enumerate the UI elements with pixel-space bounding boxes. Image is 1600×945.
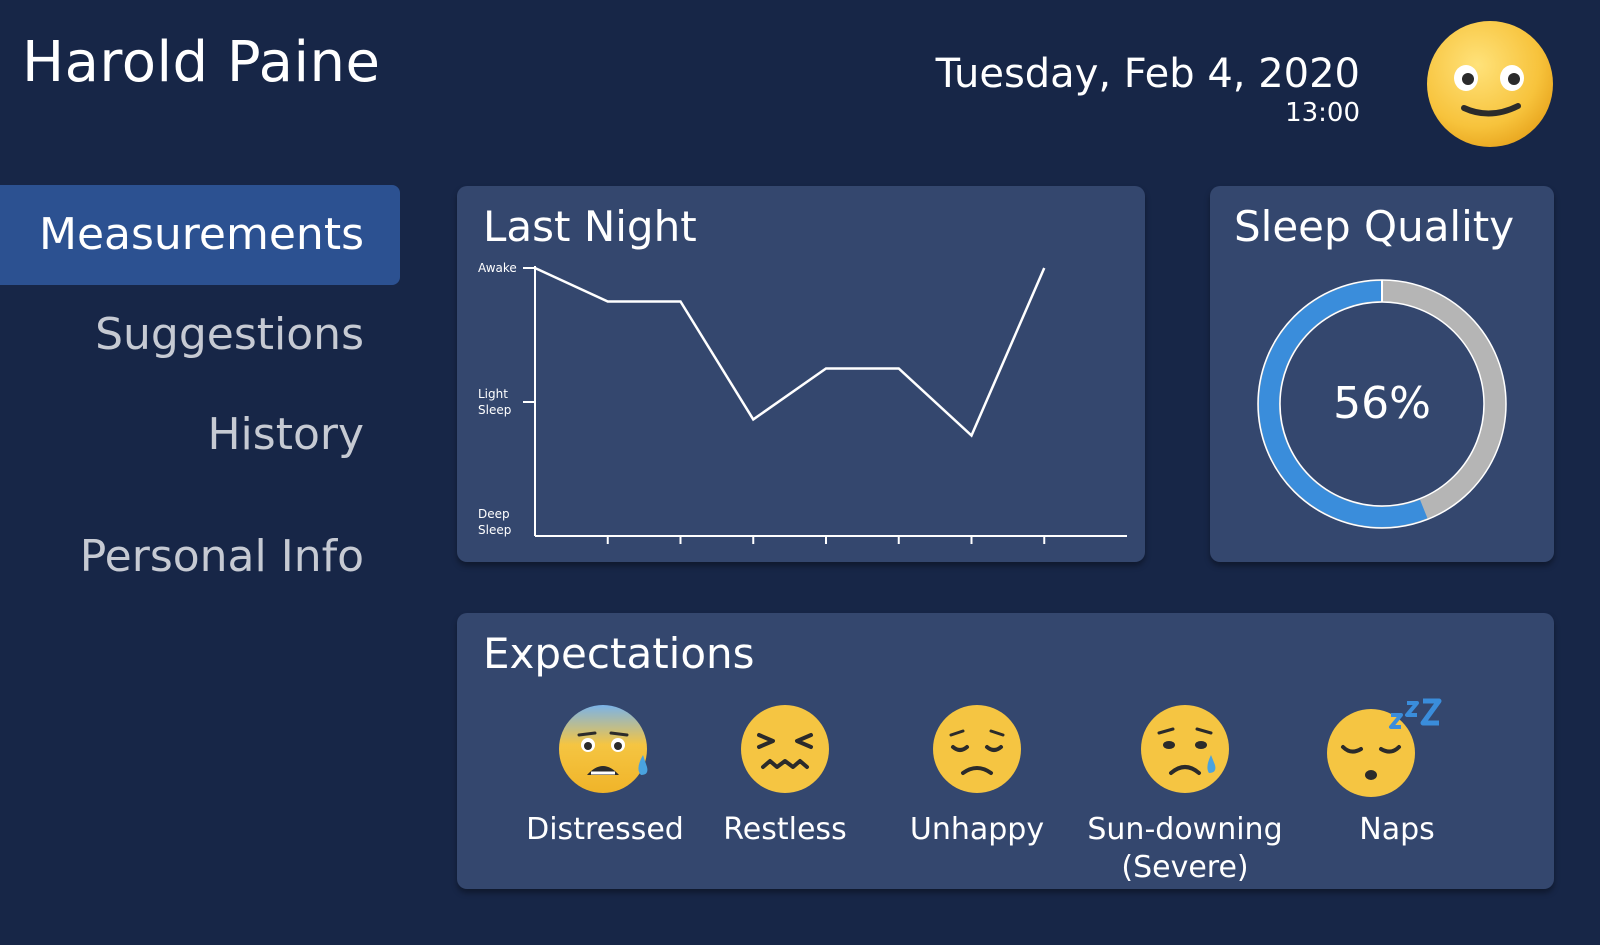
expectation-label-sun-downing: Sun-downing (Severe) bbox=[1087, 812, 1283, 885]
crying-face-icon bbox=[1141, 705, 1229, 793]
sidebar-item-history[interactable]: History bbox=[0, 385, 400, 485]
sleep-quality-panel: Sleep Quality 56% bbox=[1210, 186, 1554, 562]
patient-name: Harold Paine bbox=[22, 30, 381, 95]
sidebar-item-personal-info[interactable]: Personal Info bbox=[0, 507, 400, 607]
expectation-sun-downing[interactable]: Sun-downing (Severe) bbox=[1085, 697, 1285, 887]
expectation-label-unhappy: Unhappy bbox=[909, 812, 1045, 847]
current-date: Tuesday, Feb 4, 2020 bbox=[935, 51, 1360, 97]
disappointed-face-icon bbox=[933, 705, 1021, 793]
expectation-label-distressed: Distressed bbox=[526, 812, 684, 847]
expectations-title: Expectations bbox=[483, 629, 755, 678]
sleep-quality-title: Sleep Quality bbox=[1234, 202, 1515, 251]
confounded-face-icon bbox=[741, 705, 829, 793]
sleeping-face-icon bbox=[1327, 698, 1442, 797]
current-time: 13:00 bbox=[1285, 98, 1360, 128]
expectation-restless[interactable]: Restless bbox=[685, 697, 885, 849]
expectation-unhappy[interactable]: Unhappy bbox=[877, 697, 1077, 849]
datetime-block: Tuesday, Feb 4, 2020 13:00 bbox=[936, 50, 1360, 128]
y-tick-label: Awake bbox=[478, 261, 517, 275]
sidebar-item-measurements[interactable]: Measurements bbox=[0, 185, 400, 285]
expectation-distressed[interactable]: Distressed bbox=[505, 697, 705, 849]
sleep-quality-percent: 56% bbox=[1333, 378, 1431, 429]
y-tick-label: Deep bbox=[478, 507, 510, 521]
sleep-stage-chart: Awake Light Sleep Deep Sleep bbox=[478, 261, 1127, 544]
last-night-panel: Last Night Awake Light Sleep Deep Sleep bbox=[457, 186, 1145, 562]
expectations-panel: Expectations Distressed Restless Unhappy… bbox=[457, 613, 1554, 889]
y-tick-label: Light bbox=[478, 387, 508, 401]
slightly-smiling-face-icon[interactable] bbox=[1426, 20, 1554, 148]
expectation-label-restless: Restless bbox=[723, 812, 847, 847]
y-tick-label: Sleep bbox=[478, 403, 511, 417]
expectation-naps[interactable]: Naps bbox=[1297, 697, 1497, 849]
sidebar-item-suggestions[interactable]: Suggestions bbox=[0, 285, 400, 385]
anxious-face-with-sweat-icon bbox=[559, 705, 648, 793]
expectation-label-naps: Naps bbox=[1359, 812, 1435, 847]
sleep-stage-line bbox=[534, 266, 1046, 438]
y-tick-label: Sleep bbox=[478, 523, 511, 537]
